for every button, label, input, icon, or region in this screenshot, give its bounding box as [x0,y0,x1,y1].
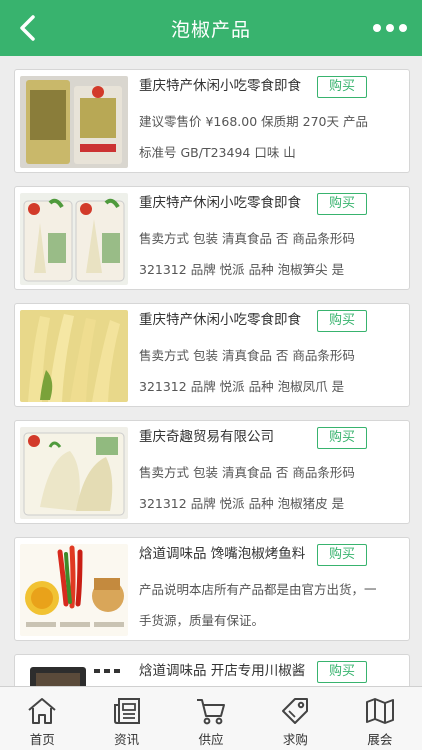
tab-purchase[interactable]: 求购 [253,687,337,750]
product-description: 售卖方式 包装 清真食品 否 商品条形码 321312 品牌 悦派 品种 泡椒凤… [139,348,355,394]
product-list[interactable]: 重庆特产休闲小吃零食即食 购买 建议零售价 ¥168.00 保质期 270天 产… [0,56,422,686]
page-title: 泡椒产品 [170,18,251,41]
tab-label: 资讯 [114,732,140,747]
more-dots-icon [373,24,381,32]
product-name[interactable]: 重庆特产休闲小吃零食即食 [139,193,315,213]
buy-button[interactable]: 购买 [317,193,367,215]
product-description: 产品说明本店所有产品都是由官方出货，一手货源，质量有保证。 [139,582,377,628]
product-image[interactable] [20,193,128,285]
back-arrow-icon [20,15,35,41]
product-image[interactable] [20,427,128,519]
product-image[interactable] [20,76,128,168]
buy-button[interactable]: 购买 [317,76,367,98]
tab-label: 求购 [282,732,308,747]
product-image[interactable] [20,310,128,402]
product-image[interactable] [20,544,128,636]
product-name[interactable]: 重庆特产休闲小吃零食即食 [139,76,315,96]
product-description: 售卖方式 包装 清真食品 否 商品条形码 321312 品牌 悦派 品种 泡椒猪… [139,465,355,511]
product-name[interactable]: 焓道调味品 馋嘴泡椒烤鱼料 [139,544,315,564]
more-menu-button[interactable] [368,12,412,44]
tab-label: 展会 [367,732,393,747]
buy-button[interactable]: 购买 [317,427,367,449]
buy-button[interactable]: 购买 [317,544,367,566]
map-icon [365,698,394,724]
tag-icon [282,698,309,724]
back-button[interactable] [10,10,46,46]
home-icon [28,698,56,724]
more-dot [386,24,394,32]
more-dot [399,24,407,32]
news-icon [113,698,140,724]
tab-label: 供应 [198,732,224,747]
product-card[interactable]: 重庆奇趣贸易有限公司 购买 售卖方式 包装 清真食品 否 商品条形码 32131… [14,420,410,524]
tab-supply[interactable]: 供应 [169,687,253,750]
product-card[interactable]: 重庆特产休闲小吃零食即食 购买 售卖方式 包装 清真食品 否 商品条形码 321… [14,303,410,407]
product-card[interactable]: 焓道调味品 开店专用川椒酱 购买 [14,654,410,686]
bottom-tab-bar: 首页 资讯 供应 求购 展会 [0,686,422,750]
product-image[interactable] [20,661,128,686]
product-name[interactable]: 重庆特产休闲小吃零食即食 [139,310,315,330]
app-header: 泡椒产品 [0,0,422,56]
cart-icon [197,699,226,725]
product-card[interactable]: 重庆特产休闲小吃零食即食 购买 售卖方式 包装 清真食品 否 商品条形码 321… [14,186,410,290]
product-description: 售卖方式 包装 清真食品 否 商品条形码 321312 品牌 悦派 品种 泡椒笋… [139,231,355,277]
tab-news[interactable]: 资讯 [84,687,168,750]
product-card[interactable]: 重庆特产休闲小吃零食即食 购买 建议零售价 ¥168.00 保质期 270天 产… [14,69,410,173]
buy-button[interactable]: 购买 [317,310,367,332]
product-card[interactable]: 焓道调味品 馋嘴泡椒烤鱼料 购买 产品说明本店所有产品都是由官方出货，一手货源，… [14,537,410,641]
product-name[interactable]: 重庆奇趣贸易有限公司 [139,427,315,447]
tab-expo[interactable]: 展会 [338,687,422,750]
tab-home[interactable]: 首页 [0,687,84,750]
product-description: 建议零售价 ¥168.00 保质期 270天 产品标准号 GB/T23494 口… [139,114,368,160]
buy-button[interactable]: 购买 [317,661,367,683]
tab-label: 首页 [29,732,55,747]
product-name[interactable]: 焓道调味品 开店专用川椒酱 [139,661,315,681]
